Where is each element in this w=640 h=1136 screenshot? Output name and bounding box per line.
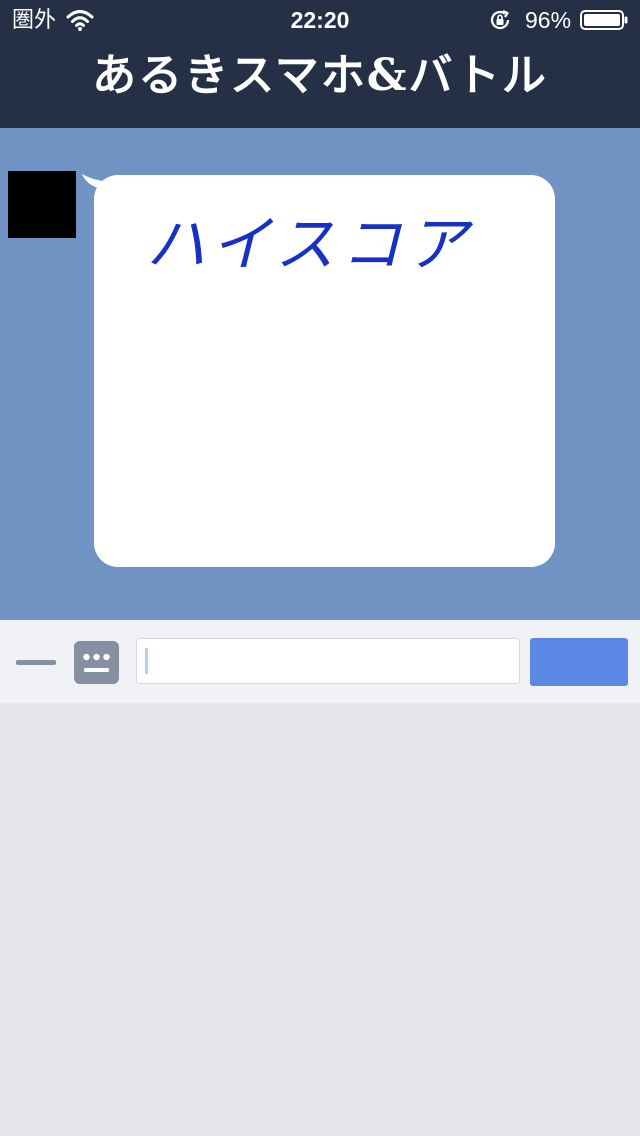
send-button[interactable] — [530, 638, 628, 686]
app-title: あるきスマホ&バトル — [92, 50, 548, 101]
orientation-lock-icon — [490, 9, 510, 30]
keyboard-icon[interactable] — [74, 641, 119, 684]
message-bubble[interactable]: ハイスコア — [94, 175, 555, 567]
chat-area[interactable]: ハイスコア — [0, 128, 640, 620]
input-bar — [0, 620, 640, 703]
text-cursor — [145, 648, 148, 674]
app-screen: 圏外 22:20 96% あるきスマホ&バトル ハイスコア — [0, 0, 640, 1136]
menu-icon[interactable] — [16, 660, 56, 665]
battery-percentage: 96% — [525, 7, 572, 33]
message-input[interactable] — [136, 638, 520, 684]
top-bar: 圏外 22:20 96% あるきスマホ&バトル — [0, 0, 640, 128]
message-text: ハイスコア — [146, 210, 473, 280]
keyboard-area — [0, 703, 640, 1136]
battery-icon — [580, 10, 628, 30]
avatar[interactable] — [8, 171, 76, 238]
